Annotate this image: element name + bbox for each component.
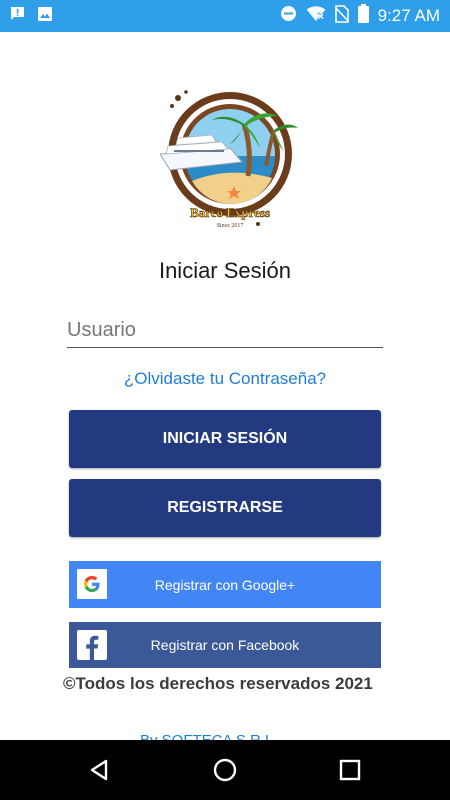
facebook-signup-button[interactable]: Registrar con Facebook (69, 622, 381, 668)
copyright-text: ©Todos los derechos reservados 2021 (63, 674, 373, 693)
forgot-password-link[interactable]: ¿Olvidaste tu Contraseña? (0, 369, 450, 389)
image-icon (37, 6, 53, 27)
google-signup-label: Registrar con Google+ (154, 576, 296, 593)
status-time: 9:27 AM (377, 6, 440, 25)
username-input[interactable] (67, 314, 383, 348)
facebook-icon (77, 630, 107, 660)
google-icon (77, 569, 107, 599)
logo-since-text: Since 2017 (217, 223, 244, 229)
login-button[interactable]: INICIAR SESIÓN (69, 410, 381, 468)
no-sim-icon (334, 4, 350, 28)
register-button[interactable]: REGISTRARSE (69, 479, 381, 537)
recents-icon[interactable] (337, 757, 363, 783)
wifi-off-icon (306, 5, 326, 27)
page-title: Iniciar Sesión (158, 258, 292, 283)
google-signup-button[interactable]: Registrar con Google+ (69, 561, 381, 608)
barco-express-logo: Barco Express Since 2017 (159, 86, 300, 231)
navigation-bar (0, 740, 450, 800)
status-bar: 9:27 AM (0, 0, 450, 32)
back-icon[interactable] (86, 757, 112, 783)
do-not-disturb-icon (280, 5, 297, 27)
home-icon[interactable] (212, 757, 238, 783)
logo-brand-text: Barco Express (190, 205, 270, 220)
battery-icon (357, 4, 369, 28)
facebook-signup-label: Registrar con Facebook (150, 637, 300, 653)
notification-icon (10, 6, 25, 26)
